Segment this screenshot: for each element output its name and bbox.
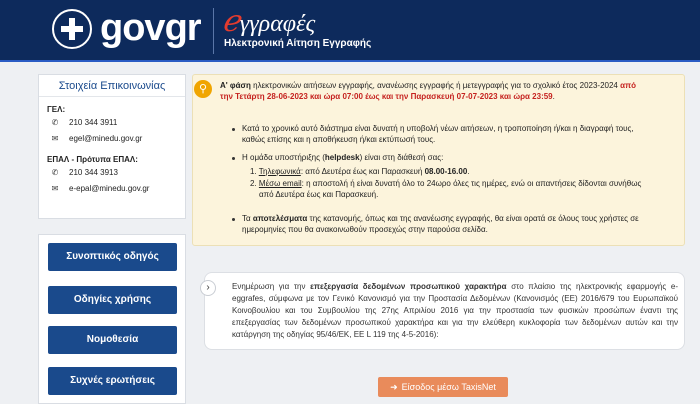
notice-phase: Α' φάση ηλεκτρονικών αιτήσεων εγγραφής, … [220, 81, 637, 101]
email-icon: ✉ [51, 184, 59, 193]
chevron-right-icon[interactable]: › [200, 280, 216, 296]
login-icon: ➜ [390, 382, 398, 392]
govgr-logo[interactable]: govgr [100, 6, 202, 50]
greek-emblem-icon[interactable] [52, 9, 92, 49]
taxisnet-login-button[interactable]: ➜ Είσοδος μέσω TaxisNet [378, 377, 508, 397]
contact-email[interactable]: e-epal@minedu.gov.gr [69, 181, 149, 197]
header-stripe [0, 60, 700, 62]
sidebar-buttons: Συνοπτικός οδηγός Οδηγίες χρήσης Νομοθεσ… [38, 234, 186, 404]
phone-link[interactable]: Τηλεφωνικά [259, 167, 301, 176]
email-icon: ✉ [51, 134, 59, 143]
contact-phone-row: ✆ 210 344 3911 [47, 115, 177, 131]
contact-label: ΕΠΑΛ - Πρότυπα ΕΠΑΛ: [47, 155, 138, 164]
email-link[interactable]: Μέσω email [259, 179, 302, 188]
header-divider [213, 8, 214, 54]
contact-phone-row: ✆ 210 344 3913 [47, 165, 177, 181]
instructions-button[interactable]: Οδηγίες χρήσης [48, 286, 177, 314]
brand-subtitle: Ηλεκτρονική Αίτηση Εγγραφής [224, 38, 372, 49]
notice-bullet-2: Η ομάδα υποστήριξης (helpdesk) είναι στη… [242, 153, 444, 162]
contact-email[interactable]: egel@minedu.gov.gr [69, 131, 142, 147]
faq-button[interactable]: Συχνές ερωτήσεις [48, 367, 177, 395]
helpdesk-email: 2. Μέσω email: η αποστολή ή είναι δυνατή… [250, 179, 642, 199]
guide-button[interactable]: Συνοπτικός οδηγός [48, 243, 177, 271]
contact-label: ΓΕΛ: [47, 105, 66, 114]
contact-phone: 210 344 3911 [69, 118, 118, 127]
bullet [232, 218, 235, 221]
helpdesk-phone: 1. Τηλεφωνικά: από Δευτέρα έως και Παρασ… [250, 167, 470, 176]
contact-phone: 210 344 3913 [69, 168, 118, 177]
contact-group-gel: ΓΕΛ: ✆ 210 344 3911 ✉ egel@minedu.gov.gr [39, 97, 185, 147]
lightbulb-icon: ⚲ [194, 80, 212, 98]
eggrafes-logo[interactable]: ℯγγραφές [222, 7, 315, 38]
contact-box: Στοιχεία Επικοινωνίας ΓΕΛ: ✆ 210 344 391… [38, 74, 186, 219]
notice-bullet-3: Τα αποτελέσματα της κατανομής, όπως και … [242, 214, 639, 234]
contact-email-row: ✉ e-epal@minedu.gov.gr [47, 181, 177, 197]
legislation-button[interactable]: Νομοθεσία [48, 326, 177, 354]
privacy-info-text: Ενημέρωση για την επεξεργασία δεδομένων … [232, 282, 678, 339]
bullet [232, 128, 235, 131]
phone-icon: ✆ [51, 118, 59, 127]
bullet [232, 157, 235, 160]
phone-icon: ✆ [51, 168, 59, 177]
contact-email-row: ✉ egel@minedu.gov.gr [47, 131, 177, 147]
contact-title: Στοιχεία Επικοινωνίας [39, 75, 185, 97]
contact-group-epal: ΕΠΑΛ - Πρότυπα ΕΠΑΛ: ✆ 210 344 3913 ✉ e-… [39, 147, 185, 197]
notice-bullet-1: Κατά το χρονικό αυτό διάστημα είναι δυνα… [242, 124, 634, 144]
